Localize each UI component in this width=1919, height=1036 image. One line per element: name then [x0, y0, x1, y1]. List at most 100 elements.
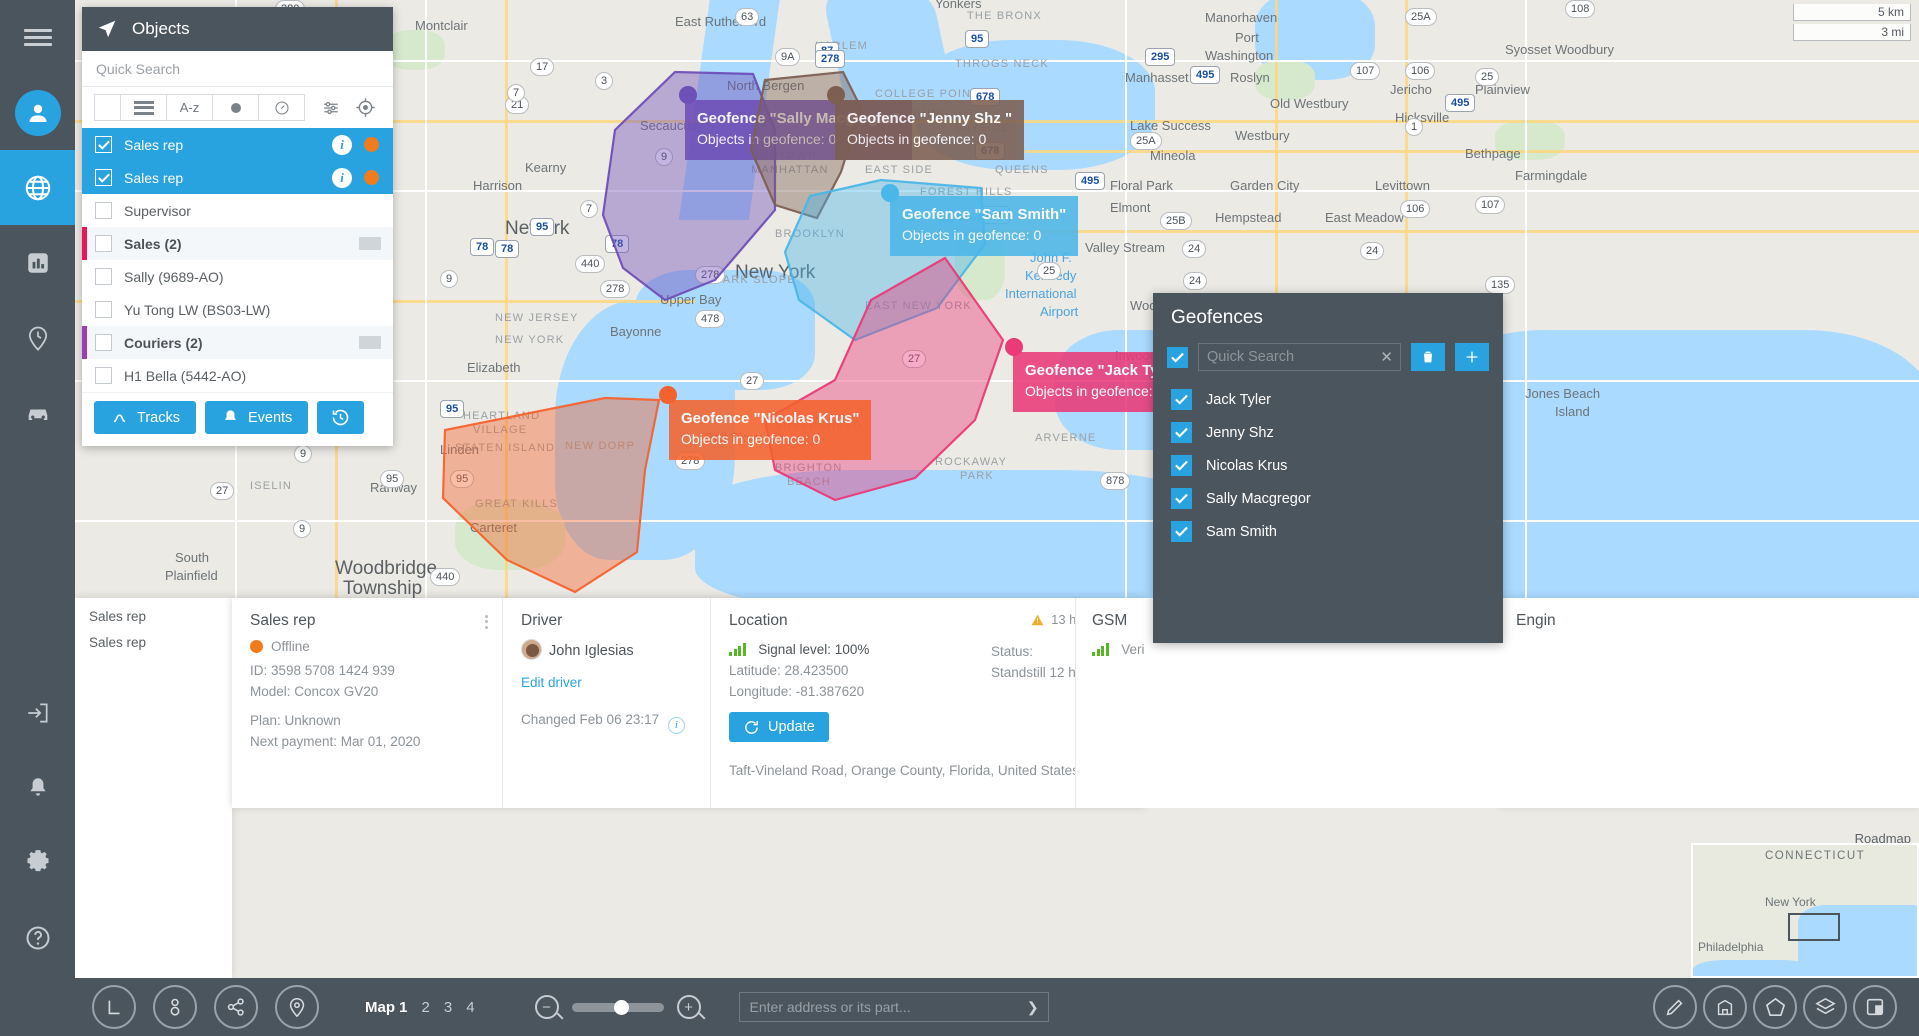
select-all-checkbox[interactable] [94, 94, 121, 121]
geofence-checkbox[interactable] [1171, 389, 1192, 410]
map-tabs[interactable]: Map 1 2 3 4 [365, 999, 475, 1016]
object-list-item[interactable]: Supervisor [82, 194, 393, 227]
map-layers-button[interactable] [1803, 985, 1847, 1029]
object-checkbox[interactable] [95, 136, 112, 153]
rail-item-import[interactable] [0, 675, 75, 750]
geofence-checkbox[interactable] [1171, 521, 1192, 542]
rail-item-vehicles[interactable] [0, 375, 75, 450]
bottom-toolbar[interactable]: Map 1 2 3 4 − + Enter address or its par… [75, 978, 1919, 1036]
geofence-list-item[interactable]: Sally Macgregor [1153, 482, 1503, 515]
update-button[interactable]: Update [729, 712, 829, 742]
clear-search-icon[interactable]: ✕ [1380, 348, 1393, 366]
rail-item-notifications[interactable] [0, 750, 75, 825]
status-filter-button[interactable] [212, 94, 259, 121]
object-checkbox[interactable] [95, 334, 112, 351]
object-checkbox[interactable] [95, 367, 112, 384]
object-tab[interactable]: Sales rep [75, 603, 232, 629]
group-toggle[interactable] [359, 336, 381, 349]
bottom-toolbar-right[interactable] [1653, 985, 1919, 1029]
address-search-submit[interactable]: ❯ [1027, 999, 1039, 1016]
driver-name: John Iglesias [549, 643, 634, 659]
rail-item-reports[interactable] [0, 225, 75, 300]
minimap-viewport-box[interactable] [1788, 913, 1840, 941]
sort-az-button[interactable]: A-z [166, 94, 213, 121]
filters-button[interactable] [313, 94, 349, 121]
objects-list[interactable]: Sales rep i Sales rep i Supervisor Sales (2) S… [82, 128, 393, 392]
speed-filter-button[interactable] [258, 94, 305, 121]
object-checkbox[interactable] [95, 169, 112, 186]
objects-panel[interactable]: Objects Quick Search A-z Sales rep i Sal… [82, 7, 393, 446]
info-icon[interactable]: i [667, 717, 685, 734]
locate-button[interactable] [348, 94, 382, 121]
zoom-slider-knob[interactable] [613, 999, 629, 1015]
left-rail[interactable] [0, 0, 75, 1036]
add-geofence-button[interactable] [1455, 343, 1489, 371]
pin-button[interactable] [275, 985, 319, 1029]
geofence-checkbox[interactable] [1171, 455, 1192, 476]
info-icon[interactable]: i [332, 167, 352, 188]
geofence-list-item[interactable]: Nicolas Krus [1153, 449, 1503, 482]
tracker-button[interactable] [153, 985, 197, 1029]
rail-item-map[interactable] [0, 150, 75, 225]
objects-search-input[interactable]: Quick Search [82, 51, 393, 87]
object-list-item[interactable]: Sales rep i [82, 128, 393, 161]
rail-item-history[interactable] [0, 300, 75, 375]
rail-item-settings[interactable] [0, 825, 75, 900]
avatar [521, 639, 542, 660]
geofence-button[interactable] [1753, 985, 1797, 1029]
events-button[interactable]: Events [204, 401, 309, 434]
share-button[interactable] [214, 985, 258, 1029]
map-tab-4[interactable]: 4 [466, 999, 474, 1016]
object-checkbox[interactable] [95, 202, 112, 219]
geofences-panel[interactable]: Geofences Quick Search ✕ Jack Tyler Jenn… [1153, 293, 1503, 643]
zoom-control[interactable]: − + [534, 995, 701, 1019]
object-checkbox[interactable] [95, 301, 112, 318]
object-list-item[interactable]: H1 Bella (5442-AO) [82, 359, 393, 392]
geofences-select-all-checkbox[interactable] [1167, 346, 1188, 368]
history-button[interactable] [317, 401, 365, 434]
menu-button[interactable] [0, 0, 75, 75]
draw-button[interactable] [1653, 985, 1697, 1029]
geofence-list-item[interactable]: Jenny Shz [1153, 416, 1503, 449]
geofence-list-item[interactable]: Sam Smith [1153, 515, 1503, 548]
address-search-input[interactable]: Enter address or its part... ❯ [738, 992, 1049, 1022]
zoom-out-button[interactable]: − [534, 995, 559, 1019]
geofence-checkbox[interactable] [1171, 488, 1192, 509]
places-button[interactable] [1703, 985, 1747, 1029]
geofences-list[interactable]: Jack Tyler Jenny Shz Nicolas Krus Sally … [1153, 383, 1503, 548]
map-tab-2[interactable]: 2 [422, 999, 430, 1016]
window-button[interactable] [1853, 985, 1897, 1029]
layers-corner-button[interactable] [92, 985, 136, 1029]
geofence-list-item[interactable]: Jack Tyler [1153, 383, 1503, 416]
minimap-label-new-york: New York [1765, 895, 1816, 909]
object-checkbox[interactable] [95, 235, 112, 252]
object-list-item[interactable]: Sally (9689-AO) [82, 260, 393, 293]
object-tab[interactable]: Sales rep [75, 629, 232, 655]
list-view-button[interactable] [120, 94, 167, 121]
objects-footer[interactable]: Tracks Events [82, 392, 393, 446]
object-list-item[interactable]: Sales (2) [82, 227, 393, 260]
zoom-slider[interactable] [571, 999, 664, 1015]
object-tabs-left[interactable]: Sales rep Sales rep [75, 598, 232, 978]
geofences-search-row[interactable]: Quick Search ✕ [1153, 339, 1503, 383]
map-tab-3[interactable]: 3 [444, 999, 452, 1016]
object-list-item[interactable]: Sales rep i [82, 161, 393, 194]
object-list-item[interactable]: Couriers (2) [82, 326, 393, 359]
minimap[interactable]: CONNECTICUT New York Philadelphia [1691, 843, 1919, 978]
group-toggle[interactable] [359, 237, 381, 250]
geofences-search-input[interactable]: Quick Search ✕ [1198, 343, 1401, 371]
object-menu-button[interactable] [485, 612, 488, 631]
geofence-checkbox[interactable] [1171, 422, 1192, 443]
rail-item-user[interactable] [0, 75, 75, 150]
object-checkbox[interactable] [95, 268, 112, 285]
zoom-in-button[interactable]: + [676, 995, 701, 1019]
info-icon[interactable]: i [332, 134, 352, 155]
object-next-payment: Next payment: Mar 01, 2020 [250, 734, 421, 749]
edit-driver-link[interactable]: Edit driver [521, 672, 692, 693]
object-list-item[interactable]: Yu Tong LW (BS03-LW) [82, 293, 393, 326]
rail-item-help[interactable] [0, 900, 75, 975]
objects-toolbar[interactable]: A-z [82, 87, 393, 128]
tracks-button[interactable]: Tracks [94, 401, 196, 434]
delete-geofence-button[interactable] [1411, 343, 1445, 371]
object-info-card[interactable]: Sales rep Offline ID: 3598 5708 1424 939… [232, 598, 1145, 808]
